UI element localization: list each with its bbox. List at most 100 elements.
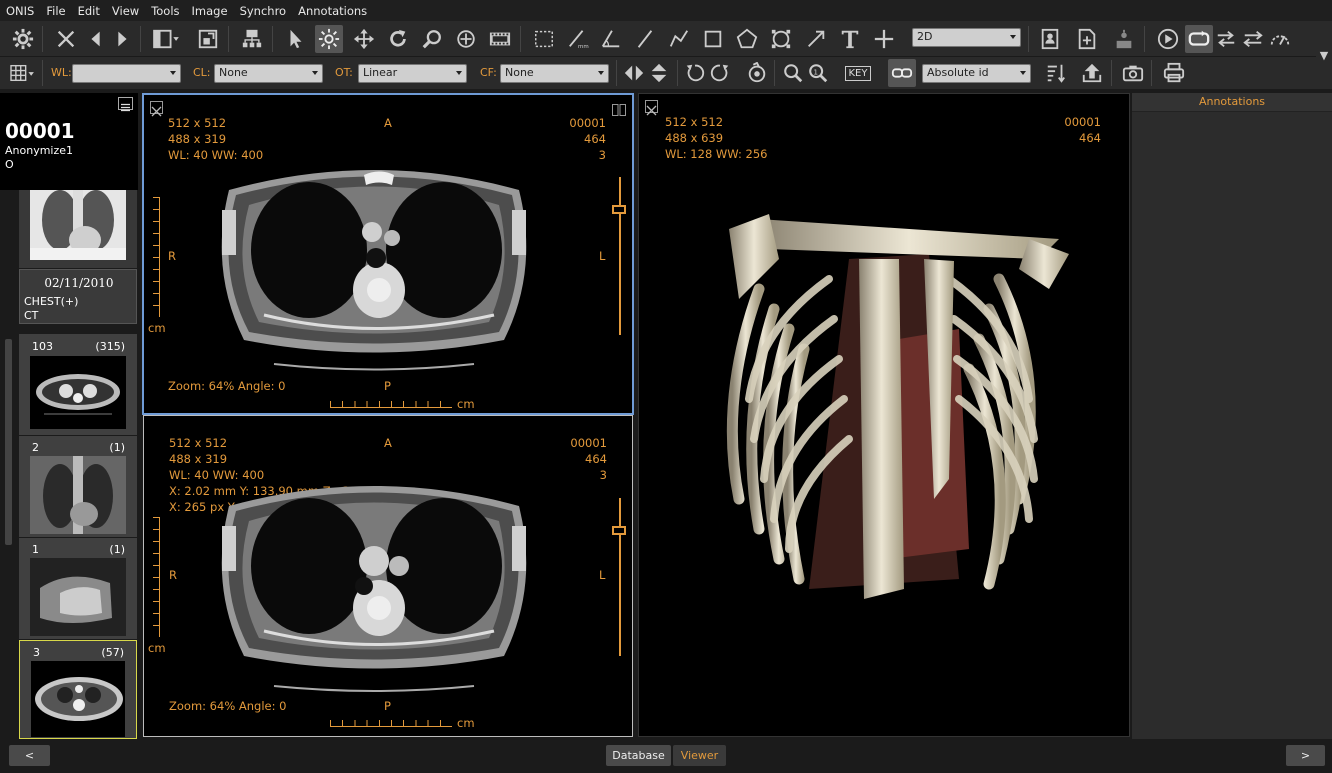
slice-scroll-slider[interactable]: [612, 177, 626, 335]
line-icon[interactable]: [631, 25, 659, 53]
panel-menu-icon[interactable]: [118, 97, 133, 112]
image-matrix: 512 x 512: [168, 116, 227, 130]
speed-gauge-icon[interactable]: [1266, 25, 1294, 53]
menu-view[interactable]: View: [106, 4, 145, 18]
zoom-fit-icon[interactable]: [779, 59, 807, 87]
annotations-panel-title: Annotations: [1132, 93, 1332, 112]
menu-annotations[interactable]: Annotations: [292, 4, 373, 18]
svg-text:1: 1: [813, 67, 818, 76]
series-thumbnail[interactable]: 1 (1): [19, 538, 137, 639]
patient-report-icon[interactable]: [1036, 25, 1064, 53]
crosshair-icon[interactable]: [452, 25, 480, 53]
zoom-actual-icon[interactable]: 1: [804, 59, 832, 87]
cl-select[interactable]: None: [214, 64, 323, 83]
roi-select-icon[interactable]: [530, 25, 558, 53]
cine-film-icon[interactable]: [486, 25, 514, 53]
next-page-button[interactable]: >: [1286, 745, 1325, 766]
menu-tools[interactable]: Tools: [145, 4, 185, 18]
fit-window-icon[interactable]: [194, 25, 222, 53]
ot-select[interactable]: Linear: [358, 64, 467, 83]
polygon-icon[interactable]: [733, 25, 761, 53]
separator: [1144, 26, 1145, 52]
ellipse-icon[interactable]: [767, 25, 795, 53]
series-thumbnail[interactable]: 2 (1): [19, 436, 137, 537]
sync-swap-icon[interactable]: [1212, 25, 1240, 53]
series-count: (1): [109, 441, 125, 454]
hierarchy-icon[interactable]: [238, 25, 266, 53]
close-icon[interactable]: [52, 25, 80, 53]
menu-edit[interactable]: Edit: [72, 4, 106, 18]
study-description: CHEST(+): [24, 295, 79, 308]
slice-scroll-slider[interactable]: [612, 498, 626, 656]
series-image: [31, 661, 125, 737]
study-item[interactable]: 02/11/2010 CHEST(+) CT: [19, 269, 137, 324]
swap-arrows-icon[interactable]: [1239, 25, 1267, 53]
volume-render-viewport[interactable]: 512 x 512 488 x 639 WL: 128 WW: 256 0000…: [638, 93, 1130, 737]
play-icon[interactable]: [1154, 25, 1182, 53]
menu-file[interactable]: File: [40, 4, 71, 18]
axial-ct-viewport-top[interactable]: 512 x 512 488 x 319 WL: 40 WW: 400 A 000…: [142, 93, 634, 415]
viewer-tab[interactable]: Viewer: [673, 745, 726, 766]
toolbar-overflow-chevron-icon[interactable]: ▼: [1316, 21, 1332, 89]
loop-icon[interactable]: [1185, 25, 1213, 53]
slice-slider-handle[interactable]: [612, 526, 626, 535]
link-chain-icon[interactable]: [888, 59, 916, 87]
next-icon[interactable]: [108, 25, 136, 53]
reset-view-icon[interactable]: [743, 59, 771, 87]
axial-ct-viewport-bottom[interactable]: 512 x 512 488 x 319 WL: 40 WW: 400 X: 2.…: [143, 415, 633, 737]
rotate-left-icon[interactable]: [681, 59, 709, 87]
bottom-bar: < Database Viewer >: [0, 739, 1332, 773]
previous-icon[interactable]: [82, 25, 110, 53]
text-annotation-icon[interactable]: [836, 25, 864, 53]
close-viewport-icon[interactable]: [645, 100, 658, 116]
rectangle-icon[interactable]: [699, 25, 727, 53]
separator: [272, 26, 273, 52]
layout-icon[interactable]: [148, 25, 184, 53]
orientation-right: L: [599, 568, 606, 582]
rotate-icon[interactable]: [384, 25, 412, 53]
rotate-right-icon[interactable]: [706, 59, 734, 87]
camera-icon[interactable]: [1119, 59, 1147, 87]
angle-icon[interactable]: [597, 25, 625, 53]
key-image-button[interactable]: KEY: [843, 59, 873, 87]
thumbnail-scrollbar[interactable]: [5, 339, 12, 545]
slice-slider-handle[interactable]: [612, 205, 626, 214]
flip-horizontal-icon[interactable]: [620, 59, 648, 87]
viewport-layout-icon[interactable]: [612, 101, 626, 116]
menu-image[interactable]: Image: [186, 4, 234, 18]
menu-synchro[interactable]: Synchro: [234, 4, 293, 18]
arrow-annotation-icon[interactable]: [802, 25, 830, 53]
orientation-top: A: [384, 436, 392, 450]
sort-icon[interactable]: [1042, 59, 1070, 87]
display-size: 488 x 319: [169, 452, 228, 466]
study-preview-thumbnail[interactable]: [19, 190, 137, 268]
grid-layout-icon[interactable]: [6, 59, 38, 87]
previous-page-button[interactable]: <: [9, 745, 50, 766]
export-disk-icon[interactable]: [1110, 25, 1138, 53]
new-document-icon[interactable]: [1073, 25, 1101, 53]
point-marker-icon[interactable]: [870, 25, 898, 53]
id-mode-select[interactable]: Absolute id: [922, 64, 1031, 83]
ruler-measure-icon[interactable]: mm: [564, 25, 592, 53]
pan-move-icon[interactable]: [350, 25, 378, 53]
separator: [616, 60, 617, 86]
view-mode-select[interactable]: 2D: [912, 28, 1021, 47]
series-thumbnail-selected[interactable]: 3 (57): [19, 640, 137, 739]
cf-select[interactable]: None: [500, 64, 609, 83]
close-viewport-icon[interactable]: [150, 101, 163, 117]
orientation-bottom: P: [384, 699, 391, 713]
series-thumbnail[interactable]: 103 (315): [19, 334, 137, 435]
zoom-magnifier-icon[interactable]: [418, 25, 446, 53]
menu-onis[interactable]: ONIS: [0, 4, 40, 18]
database-tab[interactable]: Database: [606, 745, 671, 766]
print-icon[interactable]: [1160, 59, 1188, 87]
settings-gear-icon[interactable]: [9, 25, 37, 53]
flip-vertical-icon[interactable]: [645, 59, 673, 87]
series-number: 103: [32, 340, 53, 353]
wl-preset-select[interactable]: [72, 64, 181, 83]
upload-icon[interactable]: [1078, 59, 1106, 87]
pointer-arrow-icon[interactable]: [282, 25, 310, 53]
polyline-icon[interactable]: [665, 25, 693, 53]
patient-id-overlay: 00001: [569, 116, 606, 130]
window-level-sun-icon[interactable]: [315, 25, 343, 53]
